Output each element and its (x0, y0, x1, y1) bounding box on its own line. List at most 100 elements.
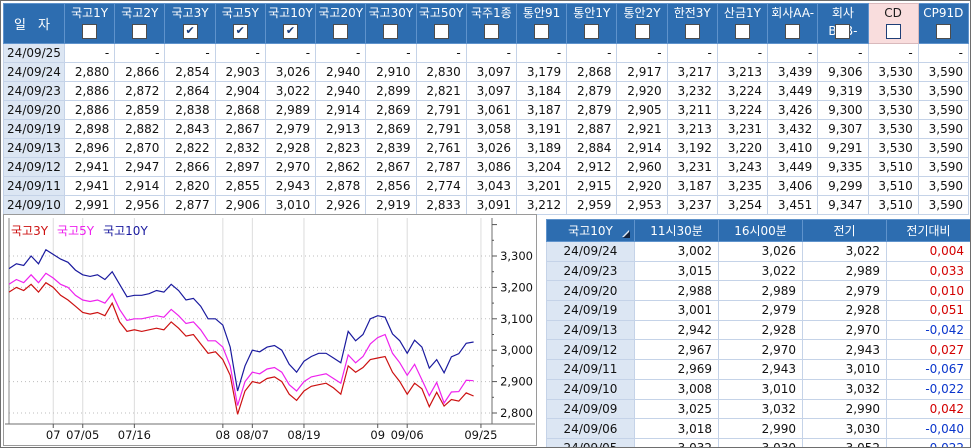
value-cell: 2,956 (115, 196, 165, 215)
column-checkbox[interactable] (333, 24, 348, 39)
value-cell: 9,335 (818, 158, 868, 177)
value-cell: 3,590 (918, 139, 968, 158)
column-checkbox-checked[interactable]: ✔ (183, 24, 198, 39)
value-1600-cell: 3,022 (719, 261, 803, 281)
value-cell: 2,914 (617, 139, 667, 158)
column-header[interactable]: 통안1Y (567, 4, 617, 44)
x-tick-label: 07/16 (118, 428, 151, 442)
column-checkbox[interactable] (735, 24, 750, 39)
column-checkbox[interactable] (584, 24, 599, 39)
prev-value-cell: 2,970 (803, 320, 887, 340)
y-tick-label: 3,100 (500, 312, 533, 326)
detail-column-header[interactable]: 16시00분 (719, 220, 803, 242)
value-cell: 2,880 (65, 63, 115, 82)
detail-column-header[interactable]: 전기대비 (887, 220, 971, 242)
x-tick-label: 09 (370, 428, 385, 442)
date-cell: 24/09/05 (547, 438, 635, 448)
x-tick-label: 07/05 (66, 428, 99, 442)
detail-column-header[interactable]: 국고10Y (547, 220, 635, 242)
column-header[interactable]: 산금1Y (717, 4, 767, 44)
column-header[interactable]: 통안2Y (617, 4, 667, 44)
column-header[interactable]: 국고1Y (65, 4, 115, 44)
yield-chart-panel[interactable]: 2,8002,9003,0003,1003,2003,3000707/0507/… (3, 214, 537, 446)
value-cell: 3,043 (466, 177, 516, 196)
column-checkbox[interactable] (383, 24, 398, 39)
column-checkbox-checked[interactable]: ✔ (283, 24, 298, 39)
value-cell: - (265, 44, 315, 63)
series-line-국고5Y (9, 273, 474, 405)
value-cell: 3,237 (667, 196, 717, 215)
column-header[interactable]: 국고2Y (115, 4, 165, 44)
legend-item: 국고3Y (11, 224, 48, 238)
column-checkbox-checked[interactable]: ✔ (233, 24, 248, 39)
value-cell: 2,787 (416, 158, 466, 177)
value-1600-cell: 2,979 (719, 301, 803, 321)
value-cell: 3,590 (918, 120, 968, 139)
column-header[interactable]: 회사AA- (768, 4, 818, 44)
column-header[interactable]: 국주1종 (466, 4, 516, 44)
column-checkbox[interactable] (434, 24, 449, 39)
value-cell: 3,530 (868, 139, 918, 158)
value-cell: 3,530 (868, 120, 918, 139)
value-cell: - (165, 44, 215, 63)
column-checkbox[interactable] (635, 24, 650, 39)
detail-column-header[interactable]: 전기 (803, 220, 887, 242)
table-row: 24/09/242,8802,8662,8542,9033,0262,9402,… (4, 63, 969, 82)
column-header[interactable]: 국고5Y✔ (215, 4, 265, 44)
column-header[interactable]: CD (868, 4, 918, 44)
value-cell: 2,921 (617, 120, 667, 139)
column-header[interactable]: 통안91 (516, 4, 566, 44)
value-1600-cell: 2,990 (719, 419, 803, 439)
value-cell: 2,903 (215, 63, 265, 82)
sort-icon[interactable] (623, 231, 630, 238)
detail-table-row: 24/09/233,0153,0222,9890,033 (547, 261, 971, 281)
value-cell: 3,590 (918, 158, 968, 177)
value-cell: 3,010 (265, 196, 315, 215)
column-header[interactable]: 회사BBB- (818, 4, 868, 44)
value-cell: 2,877 (165, 196, 215, 215)
value-cell: 3,530 (868, 63, 918, 82)
column-label: 국고2Y (115, 4, 164, 22)
column-checkbox[interactable] (835, 24, 850, 39)
detail-table-row: 24/09/053,0323,0303,052-0,022 (547, 438, 971, 448)
value-cell: 3,091 (466, 196, 516, 215)
column-checkbox[interactable] (132, 24, 147, 39)
value-cell: - (65, 44, 115, 63)
value-cell: 3,220 (717, 139, 767, 158)
x-tick-label: 09/25 (464, 428, 497, 442)
prev-value-cell: 2,943 (803, 340, 887, 360)
column-checkbox[interactable] (484, 24, 499, 39)
column-header[interactable]: 국고3Y✔ (165, 4, 215, 44)
value-cell: 2,884 (567, 139, 617, 158)
value-cell: 9,291 (818, 139, 868, 158)
column-header[interactable]: 한전3Y (667, 4, 717, 44)
value-cell: 2,928 (265, 139, 315, 158)
column-header[interactable]: CP91D (918, 4, 968, 44)
column-checkbox[interactable] (685, 24, 700, 39)
value-cell: 2,953 (617, 196, 667, 215)
value-1600-cell: 3,010 (719, 379, 803, 399)
value-cell: 2,897 (215, 158, 265, 177)
column-checkbox[interactable] (886, 24, 901, 39)
column-checkbox[interactable] (785, 24, 800, 39)
yield-chart[interactable]: 2,8002,9003,0003,1003,2003,3000707/0507/… (4, 215, 536, 445)
change-cell: 0,042 (887, 399, 971, 419)
value-cell: 2,904 (215, 82, 265, 101)
date-column-header[interactable]: 일 자 (4, 4, 65, 44)
column-label: 통안1Y (567, 4, 616, 22)
value-cell: 2,914 (316, 101, 366, 120)
column-checkbox[interactable] (82, 24, 97, 39)
column-checkbox[interactable] (936, 24, 951, 39)
column-checkbox[interactable] (534, 24, 549, 39)
value-cell: - (768, 44, 818, 63)
column-header[interactable]: 국고50Y (416, 4, 466, 44)
detail-column-header[interactable]: 11시30분 (635, 220, 719, 242)
value-cell: 3,097 (466, 82, 516, 101)
column-header[interactable]: 국고10Y ✔ (265, 4, 315, 44)
column-label: 국고10Y (266, 4, 315, 22)
column-header[interactable]: 국고30Y (366, 4, 416, 44)
value-cell: 2,941 (65, 177, 115, 196)
value-cell: 3,243 (717, 158, 767, 177)
column-header[interactable]: 국고20Y (316, 4, 366, 44)
value-cell: 3,204 (516, 158, 566, 177)
